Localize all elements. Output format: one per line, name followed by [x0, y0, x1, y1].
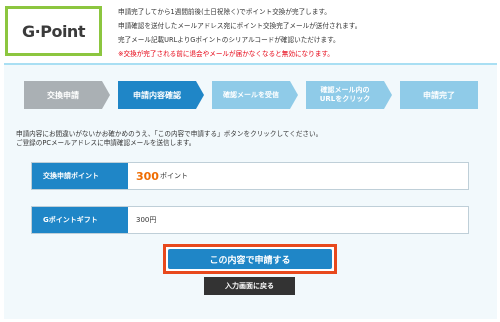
points-value: 300: [136, 169, 159, 183]
step-1: 交換申請: [24, 81, 102, 109]
step-label-line1: 確認メール内の: [320, 86, 370, 94]
points-label: 交換申請ポイント: [32, 163, 128, 189]
step-2: 申請内容確認: [118, 81, 196, 109]
gift-row: Gポイントギフト 300円: [31, 206, 469, 234]
note-line: 申請確認を送付したメールアドレス宛にポイント交換完了メールが送付されます。: [118, 22, 362, 30]
step-3: 確認メールを受信: [212, 81, 290, 109]
step-arrow: [196, 81, 204, 109]
points-unit: ポイント: [159, 172, 188, 180]
step-5: 申請完了: [400, 81, 478, 109]
note-line: 申請完了してから1週間前後(土日祝除く)でポイント交換が完了します。: [118, 8, 331, 16]
step-4: 確認メール内の URLをクリック: [306, 81, 384, 109]
submit-button[interactable]: この内容で申請する: [168, 249, 332, 269]
gift-label: Gポイントギフト: [32, 207, 128, 233]
instruction-line: 申請内容にお間違いがないかお確かめのうえ、「この内容で申請する」ボタンをクリック…: [16, 130, 323, 138]
step-label: 交換申請: [47, 90, 79, 100]
submit-highlight: この内容で申請する: [163, 244, 337, 274]
step-arrow: [290, 81, 298, 109]
instruction-line: ご登録のPCメールアドレスに申請確認メールを送信します。: [16, 139, 196, 147]
gift-value: 300円: [136, 216, 157, 224]
note-line: 完了メール記載URLよりGポイントのシリアルコードが確認いただけます。: [118, 36, 340, 44]
points-value-cell: 300 ポイント: [128, 163, 468, 189]
back-button[interactable]: 入力画面に戻る: [204, 277, 295, 295]
step-label-line2: URLをクリック: [319, 95, 371, 103]
header-notes: 申請完了してから1週間前後(土日祝除く)でポイント交換が完了します。 申請確認を…: [118, 5, 498, 61]
step-label: 確認メールを受信: [223, 90, 279, 99]
step-progress-bar: 交換申請 申請内容確認 確認メールを受信 確認メール内の URLをクリック 申請…: [24, 81, 484, 109]
points-row: 交換申請ポイント 300 ポイント: [31, 162, 469, 190]
main-panel: 交換申請 申請内容確認 確認メールを受信 確認メール内の URLをクリック 申請…: [4, 63, 497, 319]
logo-text: G·Point: [22, 21, 85, 41]
instructions: 申請内容にお間違いがないかお確かめのうえ、「この内容で申請する」ボタンをクリック…: [16, 130, 322, 148]
step-label: 申請内容確認: [133, 90, 181, 100]
step-arrow: [102, 81, 110, 109]
step-arrow: [384, 81, 392, 109]
warning-note: ※交換が完了される前に退会やメールが届かなくなると無効になります。: [118, 50, 334, 58]
logo-box: G·Point: [5, 6, 102, 56]
gpoint-logo: G·Point: [22, 22, 85, 41]
step-label: 申請完了: [423, 90, 455, 100]
